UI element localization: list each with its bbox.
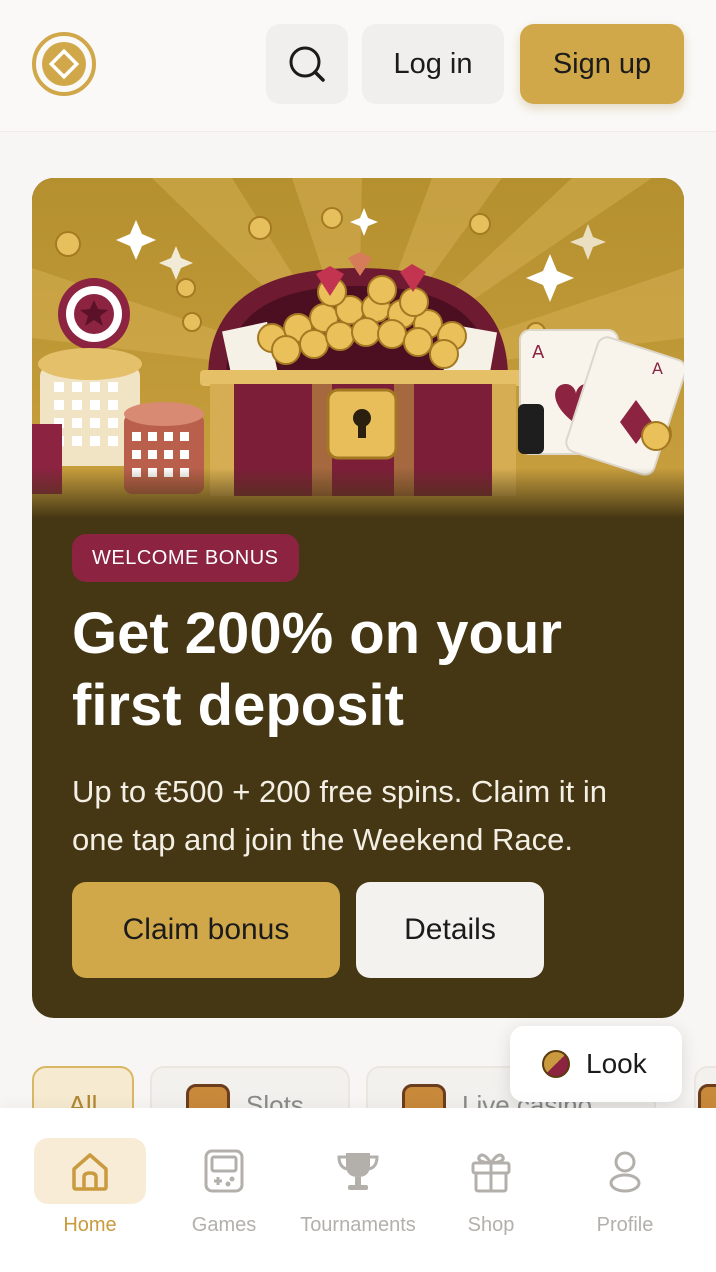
category-icon [698,1084,716,1108]
home-icon [34,1138,146,1204]
category-chip-all[interactable]: All [32,1066,134,1108]
bottom-navigation: Home Games Tournaments Shop Profile [0,1108,716,1272]
top-header: Log in Sign up [0,0,716,132]
nav-games[interactable]: Games [157,1138,291,1248]
nav-label: Tournaments [300,1214,416,1236]
nav-shop[interactable]: Shop [424,1138,558,1248]
login-button[interactable]: Log in [362,24,504,104]
nav-label: Games [191,1214,257,1236]
nav-profile[interactable]: Profile [558,1138,692,1248]
category-chip-label: Slots [246,1090,304,1108]
category-chip-label: All [68,1090,98,1108]
live-camera-icon [402,1084,446,1108]
svg-text:A: A [652,359,663,378]
hero-subtitle: Up to €500 + 200 free spins. Claim it in… [72,774,608,857]
details-button[interactable]: Details [356,882,544,978]
nav-label: Profile [596,1214,654,1236]
look-icon [542,1050,570,1078]
nav-label: Shop [467,1214,515,1236]
welcome-bonus-banner: A A WELCOME BONUS Get 200% on your first… [32,178,684,1018]
welcome-bonus-badge: WELCOME BONUS [72,534,299,582]
diamond-coin-logo[interactable] [32,32,96,96]
search-icon [289,46,325,82]
svg-text:A: A [532,342,545,363]
signup-button[interactable]: Sign up [520,24,684,104]
hero-title: Get 200% on your first deposit [72,601,562,738]
nav-tournaments[interactable]: Tournaments [291,1138,425,1248]
gift-icon [435,1138,547,1204]
trophy-icon [302,1138,414,1204]
nav-label: Home [63,1214,117,1236]
look-floating-button[interactable]: Look [510,1026,682,1102]
look-label: Look [586,1048,647,1079]
claim-bonus-button[interactable]: Claim bonus [72,882,340,978]
gameboy-icon [168,1138,280,1204]
user-icon [569,1138,681,1204]
slot-machine-icon [186,1084,230,1108]
category-chip-more[interactable] [694,1066,716,1108]
treasure-chest-illustration: A A [32,178,684,518]
search-button[interactable] [266,24,348,104]
category-chip-slots[interactable]: Slots [150,1066,350,1108]
nav-home[interactable]: Home [23,1138,157,1248]
